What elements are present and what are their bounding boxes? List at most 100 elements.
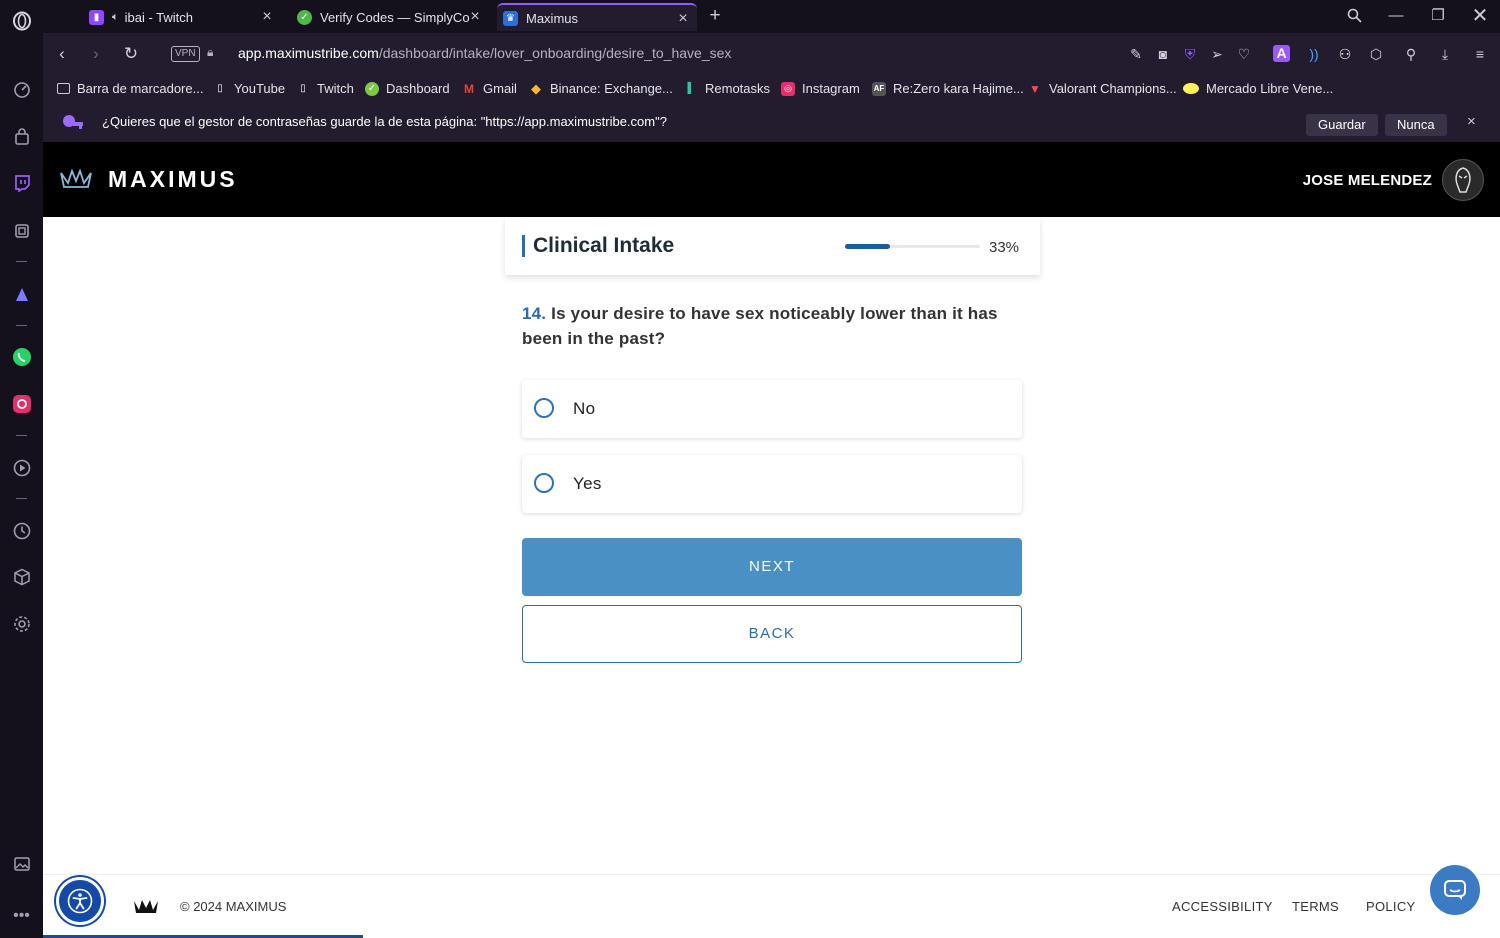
intake-header-card: Clinical Intake 33% (505, 217, 1040, 275)
bookmark-folder[interactable]: Barra de marcadore... (57, 79, 203, 98)
sidebar-divider (16, 435, 27, 436)
player-icon[interactable] (11, 457, 32, 478)
key-icon (61, 113, 85, 138)
tab-twitch[interactable]: ▮ 🔈︎ ibai - Twitch × (81, 3, 281, 31)
close-window-icon[interactable]: ✕ (1468, 4, 1492, 28)
close-prompt-icon[interactable]: × (1467, 113, 1476, 130)
url-field[interactable]: app.maximustribe.com/dashboard/intake/lo… (238, 45, 731, 61)
back-nav-icon[interactable]: ‹ (51, 43, 73, 65)
tab-search-icon[interactable] (1342, 4, 1366, 28)
question-body: Is your desire to have sex noticeably lo… (522, 304, 998, 348)
settings-gear-icon[interactable] (11, 613, 32, 634)
send-icon[interactable]: ➢ (1207, 44, 1227, 64)
brand-wordmark[interactable]: MAXIMUS (108, 166, 238, 193)
edit-page-icon[interactable]: ✎ (1126, 44, 1146, 64)
bookmark-label: Dashboard (386, 81, 450, 96)
reload-icon[interactable]: ↻ (120, 43, 142, 65)
next-button[interactable]: NEXT (522, 538, 1022, 596)
sidebar-divider (16, 261, 27, 262)
bookmark-gmail[interactable]: M Gmail (462, 79, 517, 98)
bookmark-binance[interactable]: ◆ Binance: Exchange... (529, 79, 673, 98)
opera-logo-icon[interactable] (11, 10, 32, 31)
accessibility-link[interactable]: ACCESSIBILITY (1172, 899, 1273, 914)
tab-maximus[interactable]: ♛ Maximus × (497, 3, 697, 31)
shopping-bag-icon[interactable] (11, 126, 32, 147)
bookmarks-bar: Barra de marcadore... ▯ YouTube ▯ Twitch ✓… (43, 75, 1500, 102)
snapshot-camera-icon[interactable]: ◙ (1153, 44, 1173, 64)
tab-label: Verify Codes — SimplyCodes (320, 9, 470, 25)
progress-bar (845, 244, 980, 249)
chat-launcher-button[interactable] (1430, 865, 1480, 915)
radio-button[interactable] (534, 398, 554, 418)
vpn-badge[interactable]: VPN (171, 46, 200, 62)
profile-icon[interactable]: ⚲ (1401, 44, 1421, 64)
restore-window-icon[interactable]: ❐ (1426, 4, 1450, 28)
bookmark-remotasks[interactable]: ▌ Remotasks (684, 79, 770, 98)
download-icon[interactable]: ⤓ (1435, 44, 1455, 64)
bookmark-instagram[interactable]: ◎ Instagram (781, 79, 860, 98)
history-icon[interactable] (11, 520, 32, 541)
terms-link[interactable]: TERMS (1292, 899, 1339, 914)
policy-link[interactable]: POLICY (1366, 899, 1415, 914)
instagram-icon[interactable] (11, 393, 32, 414)
close-tab-icon[interactable]: × (259, 9, 275, 25)
ai-assistant-icon[interactable] (11, 220, 32, 241)
accessibility-widget-button[interactable] (56, 877, 104, 925)
bookmark-mercadolibre[interactable]: Mercado Libre Vene... (1183, 79, 1333, 98)
save-password-button[interactable]: Guardar (1306, 114, 1378, 136)
new-tab-icon[interactable]: + (703, 4, 727, 28)
option-yes[interactable]: Yes (522, 455, 1022, 513)
bookmark-rezero[interactable]: AF Re:Zero kara Hajime... (872, 79, 1024, 98)
close-tab-icon[interactable]: × (675, 11, 691, 27)
whatsapp-icon[interactable] (11, 346, 32, 367)
question-number: 14. (522, 304, 547, 323)
minimize-icon[interactable]: — (1384, 4, 1408, 28)
image-gallery-icon[interactable] (11, 853, 32, 874)
robot-extension-icon[interactable]: ⚇ (1335, 44, 1355, 64)
sidebar-divider (16, 325, 27, 326)
twitch-icon[interactable] (11, 172, 32, 193)
site-header: MAXIMUS JOSE MELENDEZ (43, 142, 1500, 217)
more-options-icon[interactable]: ••• (11, 905, 32, 926)
back-button[interactable]: BACK (522, 605, 1022, 663)
option-no[interactable]: No (522, 380, 1022, 438)
bookmark-label: Twitch (317, 81, 354, 96)
bookmark-valorant[interactable]: ▼ Valorant Champions... (1028, 79, 1177, 98)
forward-nav-icon[interactable]: › (85, 43, 107, 65)
question-text: 14. Is your desire to have sex noticeabl… (522, 301, 1022, 351)
radio-button[interactable] (534, 473, 554, 493)
speed-dial-icon[interactable] (11, 79, 32, 100)
close-tab-icon[interactable]: × (467, 9, 483, 25)
lock-icon[interactable]: 🔒︎ (207, 45, 213, 60)
sidebar-divider (16, 498, 27, 499)
adblock-shield-icon[interactable]: ⛨ (1180, 44, 1200, 64)
bookmark-label: Mercado Libre Vene... (1206, 81, 1334, 96)
user-name[interactable]: JOSE MELENDEZ (1303, 172, 1432, 189)
speaker-icon[interactable]: 🔈︎ (112, 11, 119, 24)
twitch-favicon-icon: ▮ (89, 9, 104, 25)
maximus-crown-logo-icon[interactable] (132, 897, 160, 920)
remotasks-icon: ▌ (687, 83, 695, 94)
heart-icon[interactable]: ♡ (1234, 44, 1254, 64)
bookmark-label: Remotasks (705, 81, 771, 96)
bookmark-youtube[interactable]: ▯ YouTube (213, 79, 285, 98)
avatar[interactable] (1442, 159, 1484, 201)
extensions-cube-icon[interactable] (11, 566, 32, 587)
bookmark-label: Gmail (483, 81, 517, 96)
bookmark-dashboard[interactable]: ✓ Dashboard (365, 79, 450, 98)
aria-icon[interactable] (11, 283, 32, 304)
audio-extension-icon[interactable]: )) (1304, 44, 1324, 64)
maximus-crown-logo-icon[interactable] (59, 167, 93, 194)
never-save-button[interactable]: Nunca (1385, 114, 1447, 136)
bookmark-twitch[interactable]: ▯ Twitch (296, 79, 354, 98)
site-footer: © 2024 MAXIMUS ACCESSIBILITY TERMS POLIC… (43, 865, 1500, 938)
tab-simplycodes[interactable]: ✓ Verify Codes — SimplyCodes × (289, 3, 489, 31)
url-path: /dashboard/intake/lover_onboarding/desir… (378, 45, 732, 61)
gmail-icon: M (464, 81, 474, 96)
easy-setup-menu-icon[interactable]: ≡ (1470, 44, 1490, 64)
password-save-prompt: ¿Quieres que el gestor de contraseñas gu… (43, 102, 1500, 142)
progress-bar-fill (845, 244, 890, 249)
extension-a-icon[interactable]: A (1273, 45, 1290, 62)
option-label: No (573, 399, 596, 418)
extensions-cube-icon[interactable]: ⬡ (1366, 44, 1386, 64)
